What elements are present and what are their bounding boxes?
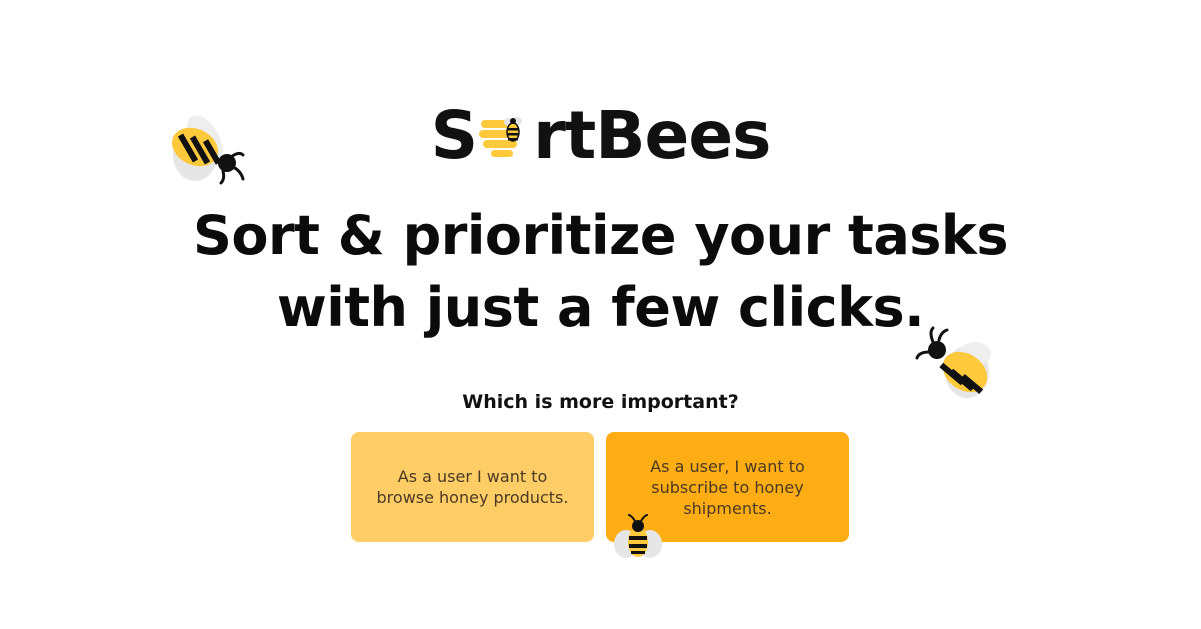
comparison-prompt: Which is more important? (462, 391, 739, 413)
page: S rtBees Sort & prioritize your tasks wi… (0, 0, 1201, 629)
headline: Sort & prioritize your tasks with just a… (0, 200, 1201, 344)
logo-text-end: rtBees (533, 97, 771, 174)
bee-icon (915, 326, 1000, 406)
option-card-1-text: As a user I want to browse honey product… (376, 467, 569, 507)
bee-icon (612, 514, 664, 564)
bee-icon (165, 105, 250, 185)
option-card-1[interactable]: As a user I want to browse honey product… (351, 432, 594, 542)
logo-text-start: S (430, 97, 479, 174)
headline-line-2: with just a few clicks. (276, 276, 925, 339)
headline-line-1: Sort & prioritize your tasks (193, 204, 1008, 267)
honeycomb-bee-icon (479, 100, 531, 157)
option-card-2-text: As a user, I want to subscribe to honey … (650, 456, 805, 518)
